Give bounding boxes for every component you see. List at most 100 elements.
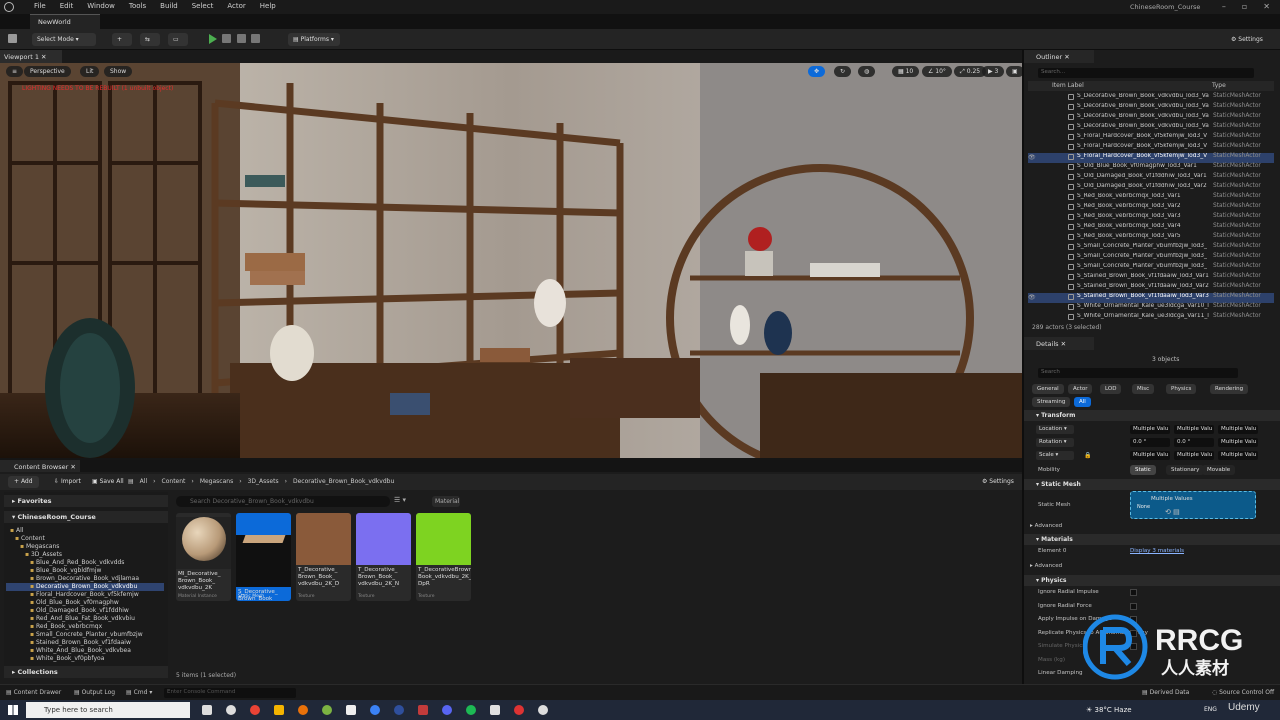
breadcrumb-item[interactable]: All	[140, 478, 147, 485]
output-log-button[interactable]: ▤ Output Log	[74, 689, 115, 696]
asset-tile[interactable]: S_Decorative_ Brown_Book_ vdkvdbu_lod3_.…	[236, 513, 291, 601]
folder-tree-item[interactable]: ▪ Floral_Hardcover_Book_vf5kfemjw	[6, 591, 164, 599]
asset-tile[interactable]: T_Decorative_ Brown_Book_ vdkvdbu_2K_N Te…	[356, 513, 411, 601]
details-search-input[interactable]: Search	[1038, 368, 1238, 378]
weather-widget[interactable]: ☀ 38°C Haze	[1086, 706, 1132, 714]
outliner-row[interactable]: S_Small_Concrete_Planter_vbumfbzjw_lod3_…	[1028, 243, 1274, 253]
menu-tools[interactable]: Tools	[129, 2, 146, 10]
filter-rendering[interactable]: Rendering	[1210, 384, 1249, 394]
derived-data-button[interactable]: ▤ Derived Data	[1142, 689, 1189, 696]
mobility-static[interactable]: Static	[1130, 465, 1156, 475]
outliner-row[interactable]: S_White_Ornamental_Kale_ue3ldcga_Var11_l…	[1028, 313, 1274, 323]
outliner-row[interactable]: S_Red_Book_vebrbcmqx_lod3_Var5 StaticMesh…	[1028, 233, 1274, 243]
blueprint-icon[interactable]: ⇆	[140, 33, 160, 46]
taskbar-app-icon[interactable]	[514, 705, 524, 715]
folder-tree-item[interactable]: ▪ All	[6, 527, 164, 535]
outliner-row[interactable]: S_Floral_Hardcover_Book_vf5kfemjw_lod3_V…	[1028, 133, 1274, 143]
scale-y-field[interactable]: Multiple Valu	[1174, 451, 1214, 460]
outliner-tab[interactable]: Outliner ✕	[1024, 50, 1094, 63]
windows-start-icon[interactable]	[8, 705, 18, 715]
asset-tile[interactable]: T_Decorative_ Brown_Book_ vdkvdbu_2K_D Te…	[296, 513, 351, 601]
perspective-button[interactable]: Perspective	[24, 66, 71, 77]
folder-tree-item[interactable]: ▪ Stained_Brown_Book_vf1fdaaiw	[6, 639, 164, 647]
advanced-expander[interactable]: ▸ Advanced	[1030, 523, 1062, 529]
settings-button[interactable]: ⚙ Settings	[1226, 33, 1274, 46]
cb-settings-button[interactable]: ⚙ Settings	[978, 476, 1018, 488]
item-label-header[interactable]: Item Label	[1052, 82, 1084, 89]
menu-select[interactable]: Select	[192, 2, 214, 10]
maximize-viewport-icon[interactable]: ▣	[1006, 66, 1022, 77]
save-all-button[interactable]: ▣ Save All	[88, 476, 128, 488]
location-x-field[interactable]: Multiple Valu	[1130, 425, 1170, 434]
type-header[interactable]: Type	[1212, 82, 1226, 89]
folder-tree-item[interactable]: ▪ Old_Blue_Book_vf0magphw	[6, 599, 164, 607]
details-tab[interactable]: Details ✕	[1024, 337, 1094, 350]
menu-edit[interactable]: Edit	[60, 2, 74, 10]
static-mesh-section[interactable]: ▾ Static Mesh	[1024, 479, 1280, 490]
breadcrumb-item[interactable]: Content	[162, 478, 186, 485]
folder-tree-item[interactable]: ▪ Decorative_Brown_Book_vdkvdbu	[6, 583, 164, 591]
physics-checkbox[interactable]	[1130, 589, 1137, 596]
rotate-tool-icon[interactable]: ↻	[834, 66, 852, 77]
visibility-eye-icon[interactable]: 👁	[1028, 294, 1036, 301]
console-input[interactable]: Enter Console Command	[164, 688, 296, 698]
rotation-z-field[interactable]: Multiple Valu	[1218, 438, 1258, 447]
show-button[interactable]: Show	[104, 66, 133, 77]
taskbar-app-icon[interactable]	[202, 705, 212, 715]
folder-tree-item[interactable]: ▪ Brown_Decorative_Book_vdjlamaa	[6, 575, 164, 583]
asset-tile[interactable]: MI_Decorative_ Brown_Book_ vdkvdbu_2K Mat…	[176, 513, 231, 601]
cinematics-icon[interactable]: ▭	[168, 33, 188, 46]
outliner-row[interactable]: S_Floral_Hardcover_Book_vf5kfemjw_lod3_V…	[1028, 143, 1274, 153]
level-viewport[interactable]: ≡ Perspective Lit Show LIGHTING NEEDS TO…	[0, 63, 1022, 458]
camera-speed-button[interactable]: ▶ 3	[982, 66, 1005, 77]
taskbar-app-icon[interactable]	[490, 705, 500, 715]
filter-misc[interactable]: Misc	[1132, 384, 1155, 394]
folder-icon[interactable]: ▤	[128, 478, 134, 485]
material-filter-chip[interactable]: Material	[432, 496, 460, 507]
cmd-dropdown[interactable]: ▤ Cmd ▾	[126, 689, 152, 696]
asset-tile[interactable]: T_DecorativeBrown Book_vdkvdbu_2K_ DpR Te…	[416, 513, 471, 601]
outliner-row[interactable]: S_Small_Concrete_Planter_vbumfbzjw_lod3_…	[1028, 263, 1274, 273]
save-icon[interactable]	[8, 34, 17, 43]
taskbar-app-icon[interactable]	[418, 705, 428, 715]
outliner-row[interactable]: S_Red_Book_vebrbcmqx_lod3_Var3 StaticMesh…	[1028, 213, 1274, 223]
outliner-search-input[interactable]: Search...	[1038, 68, 1254, 78]
outliner-row[interactable]: S_Old_Blue_Book_vf0magphw_lod3_Var1 Stati…	[1028, 163, 1274, 173]
folder-tree-item[interactable]: ▪ Content	[6, 535, 164, 543]
taskbar-app-icon[interactable]	[250, 705, 260, 715]
language-indicator[interactable]: ENG	[1204, 706, 1217, 713]
scale-dropdown[interactable]: Scale ▾	[1036, 451, 1074, 460]
display-materials-link[interactable]: Display 3 materials	[1130, 548, 1184, 554]
folder-tree-item[interactable]: ▪ White_And_Blue_Book_vdkvbea	[6, 647, 164, 655]
breadcrumb-item[interactable]: Megascans	[200, 478, 233, 485]
level-tab[interactable]: NewWorld	[30, 14, 100, 29]
menu-build[interactable]: Build	[160, 2, 178, 10]
transform-section[interactable]: ▾ Transform	[1024, 410, 1280, 421]
taskbar-app-icon[interactable]	[442, 705, 452, 715]
rotation-y-field[interactable]: 0.0 °	[1174, 438, 1214, 447]
folder-tree-item[interactable]: ▪ Blue_Book_vgbldfmjw	[6, 567, 164, 575]
location-z-field[interactable]: Multiple Valu	[1218, 425, 1258, 434]
folder-tree-item[interactable]: ▪ Red_And_Blue_Fat_Book_vdkvbiu	[6, 615, 164, 623]
lock-icon[interactable]: 🔒	[1084, 452, 1091, 459]
rotation-dropdown[interactable]: Rotation ▾	[1036, 438, 1074, 447]
folder-tree-item[interactable]: ▪ Small_Concrete_Planter_vbumfbzjw	[6, 631, 164, 639]
minimize-icon[interactable]: –	[1222, 2, 1226, 11]
filter-general[interactable]: General	[1032, 384, 1064, 394]
menu-window[interactable]: Window	[87, 2, 115, 10]
location-y-field[interactable]: Multiple Valu	[1174, 425, 1214, 434]
add-content-icon[interactable]: +	[112, 33, 132, 46]
breadcrumb-item[interactable]: 3D_Assets	[248, 478, 279, 485]
mobility-movable[interactable]: Movable	[1202, 465, 1236, 475]
folder-tree-item[interactable]: ▪ Old_Damaged_Book_vf1fddhiw	[6, 607, 164, 615]
mobility-stationary[interactable]: Stationary	[1166, 465, 1205, 475]
rotation-x-field[interactable]: 0.0 °	[1130, 438, 1170, 447]
location-dropdown[interactable]: Location ▾	[1036, 425, 1074, 434]
filter-lod[interactable]: LOD	[1100, 384, 1122, 394]
outliner-row[interactable]: S_Red_Book_vebrbcmqx_lod3_Var2 StaticMesh…	[1028, 203, 1274, 213]
platforms-dropdown[interactable]: ▤ Platforms ▾	[288, 33, 340, 46]
content-drawer-button[interactable]: ▤ Content Drawer	[6, 689, 61, 696]
physics-checkbox[interactable]	[1130, 602, 1137, 610]
advance-frame-icon[interactable]	[222, 34, 231, 43]
rotation-snap-button[interactable]: ∠ 10°	[922, 66, 952, 77]
